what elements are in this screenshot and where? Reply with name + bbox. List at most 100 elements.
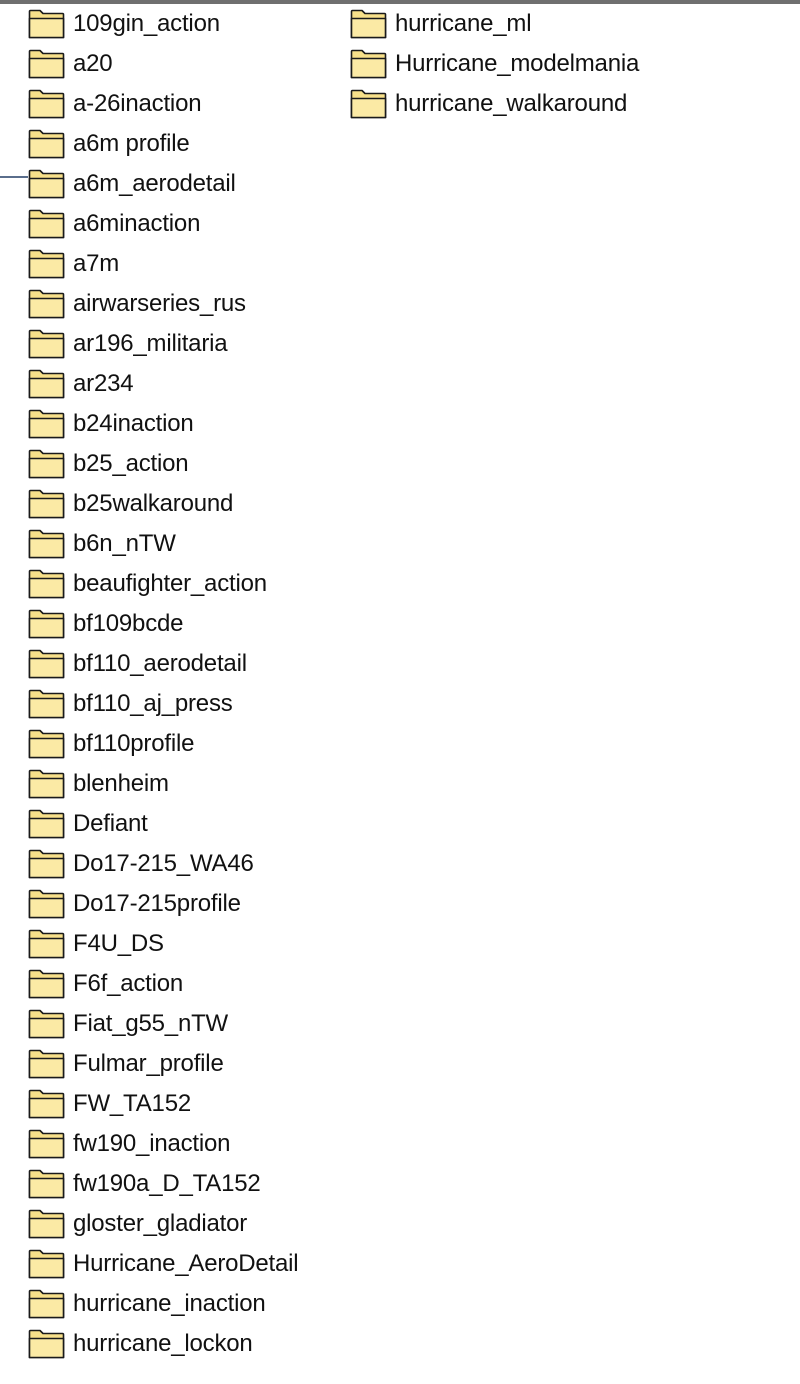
folder-icon (28, 689, 65, 719)
folder-item[interactable]: b24inaction (28, 404, 298, 444)
folder-icon (28, 209, 65, 239)
folder-icon (28, 49, 65, 79)
folder-label: b6n_nTW (73, 530, 176, 557)
folder-label: b24inaction (73, 410, 194, 437)
folder-label: Do17-215_WA46 (73, 850, 254, 877)
folder-item[interactable]: FW_TA152 (28, 1084, 298, 1124)
folder-item[interactable]: hurricane_inaction (28, 1284, 298, 1324)
folder-icon (28, 1249, 65, 1279)
folder-icon (28, 1129, 65, 1159)
folder-label: gloster_gladiator (73, 1210, 248, 1237)
folder-label: b25_action (73, 450, 189, 477)
folder-item[interactable]: Do17-215_WA46 (28, 844, 298, 884)
folder-item[interactable]: a-26inaction (28, 84, 298, 124)
folder-label: F6f_action (73, 970, 184, 997)
folder-icon (28, 89, 65, 119)
folder-label: Hurricane_modelmania (395, 50, 640, 77)
folder-item[interactable]: airwarseries_rus (28, 284, 298, 324)
folder-item[interactable]: a6m profile (28, 124, 298, 164)
folder-icon (28, 1289, 65, 1319)
folder-icon (28, 1169, 65, 1199)
folder-item[interactable]: Fulmar_profile (28, 1044, 298, 1084)
folder-label: bf110_aerodetail (73, 650, 247, 677)
folder-item[interactable]: F4U_DS (28, 924, 298, 964)
folder-icon (28, 1049, 65, 1079)
folder-label: fw190_inaction (73, 1130, 231, 1157)
folder-label: hurricane_walkaround (395, 90, 628, 117)
folder-item[interactable]: a7m (28, 244, 298, 284)
folder-label: bf110profile (73, 730, 195, 757)
folder-label: fw190a_D_TA152 (73, 1170, 261, 1197)
folder-label: a6minaction (73, 210, 201, 237)
folder-icon (28, 969, 65, 999)
folder-item[interactable]: hurricane_lockon (28, 1324, 298, 1364)
folder-item[interactable]: bf110_aj_press (28, 684, 298, 724)
folder-item[interactable]: a6minaction (28, 204, 298, 244)
folder-item[interactable]: b6n_nTW (28, 524, 298, 564)
folder-icon (28, 729, 65, 759)
folder-label: Fulmar_profile (73, 1050, 224, 1077)
folder-icon (350, 49, 387, 79)
folder-label: bf109bcde (73, 610, 184, 637)
folder-item[interactable]: hurricane_ml (350, 4, 639, 44)
folder-item[interactable]: gloster_gladiator (28, 1204, 298, 1244)
folder-column-1: 109gin_action a20 a-26inaction a6m profile a… (28, 4, 299, 1364)
folder-label: hurricane_ml (395, 10, 532, 37)
folder-label: F4U_DS (73, 930, 164, 957)
folder-item[interactable]: bf109bcde (28, 604, 298, 644)
folder-item[interactable]: b25walkaround (28, 484, 298, 524)
folder-label: a7m (73, 250, 120, 277)
folder-label: beaufighter_action (73, 570, 267, 597)
folder-icon (28, 649, 65, 679)
folder-item[interactable]: a6m_aerodetail (28, 164, 298, 204)
folder-icon (28, 329, 65, 359)
folder-item[interactable]: a20 (28, 44, 298, 84)
folder-item[interactable]: Hurricane_modelmania (350, 44, 639, 84)
folder-item[interactable]: blenheim (28, 764, 298, 804)
folder-item[interactable]: ar234 (28, 364, 298, 404)
tree-connector-line (0, 176, 28, 178)
folder-icon (28, 529, 65, 559)
folder-item[interactable]: bf110profile (28, 724, 298, 764)
folder-label: Fiat_g55_nTW (73, 1010, 229, 1037)
folder-icon (28, 449, 65, 479)
folder-icon (350, 89, 387, 119)
folder-icon (350, 9, 387, 39)
folder-item[interactable]: Hurricane_AeroDetail (28, 1244, 299, 1284)
folder-item[interactable]: Do17-215profile (28, 884, 298, 924)
folder-item[interactable]: ar196_militaria (28, 324, 298, 364)
folder-item[interactable]: b25_action (28, 444, 298, 484)
folder-icon (28, 289, 65, 319)
folder-icon (28, 1209, 65, 1239)
folder-item[interactable]: hurricane_walkaround (350, 84, 639, 124)
folder-label: a-26inaction (73, 90, 202, 117)
folder-label: bf110_aj_press (73, 690, 233, 717)
folder-label: a20 (73, 50, 113, 77)
folder-item[interactable]: Defiant (28, 804, 298, 844)
folder-icon (28, 569, 65, 599)
folder-item[interactable]: 109gin_action (28, 4, 298, 44)
folder-icon (28, 169, 65, 199)
folder-label: a6m profile (73, 130, 190, 157)
folder-icon (28, 849, 65, 879)
folder-item[interactable]: fw190a_D_TA152 (28, 1164, 298, 1204)
folder-label: Defiant (73, 810, 148, 837)
folder-icon (28, 889, 65, 919)
folder-item[interactable]: beaufighter_action (28, 564, 298, 604)
folder-icon (28, 769, 65, 799)
folder-icon (28, 409, 65, 439)
folder-item[interactable]: Fiat_g55_nTW (28, 1004, 298, 1044)
folder-label: 109gin_action (73, 10, 220, 37)
folder-label: ar196_militaria (73, 330, 228, 357)
folder-icon (28, 129, 65, 159)
folder-item[interactable]: fw190_inaction (28, 1124, 298, 1164)
folder-icon (28, 929, 65, 959)
folder-item[interactable]: F6f_action (28, 964, 298, 1004)
folder-label: FW_TA152 (73, 1090, 191, 1117)
folder-label: Do17-215profile (73, 890, 241, 917)
folder-label: airwarseries_rus (73, 290, 246, 317)
folder-label: hurricane_lockon (73, 1330, 253, 1357)
folder-icon (28, 9, 65, 39)
folder-item[interactable]: bf110_aerodetail (28, 644, 298, 684)
folder-label: a6m_aerodetail (73, 170, 236, 197)
